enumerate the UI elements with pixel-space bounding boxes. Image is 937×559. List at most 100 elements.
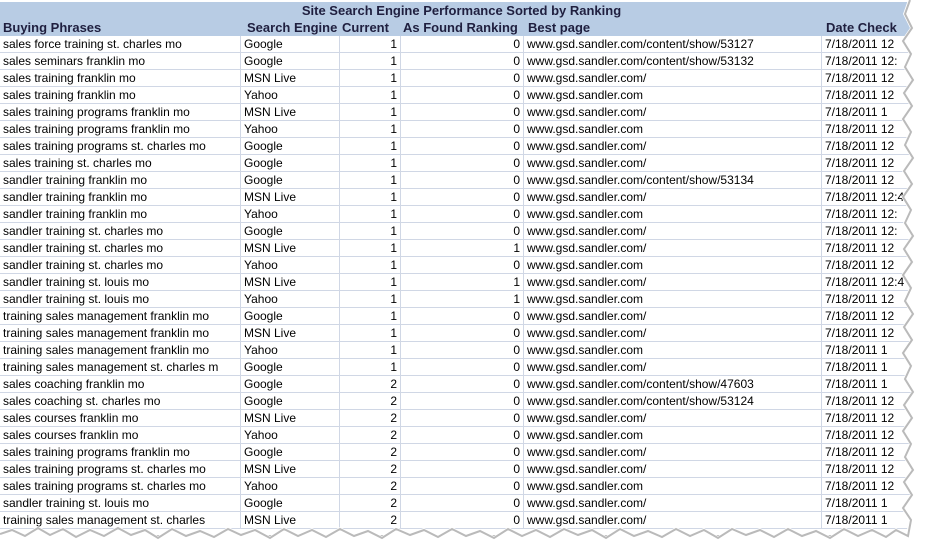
buying-phrase-cell[interactable]: training sales management franklin mo: [0, 308, 241, 324]
as-found-ranking-cell[interactable]: 1: [401, 291, 524, 307]
best-page-cell[interactable]: www.gsd.sandler.com/: [524, 444, 822, 460]
best-page-cell[interactable]: www.gsd.sandler.com/content/show/53134: [524, 172, 822, 188]
search-engine-cell[interactable]: Google: [241, 53, 340, 69]
as-found-ranking-cell[interactable]: 0: [401, 104, 524, 120]
date-check-cell[interactable]: 7/18/2011 1: [822, 104, 915, 120]
current-rank-cell[interactable]: 1: [340, 342, 401, 358]
search-engine-cell[interactable]: Google: [241, 155, 340, 171]
best-page-cell[interactable]: www.gsd.sandler.com/: [524, 274, 822, 290]
search-engine-cell[interactable]: Google: [241, 138, 340, 154]
date-check-cell[interactable]: 7/18/2011 12: [822, 155, 915, 171]
search-engine-cell[interactable]: Yahoo: [241, 121, 340, 137]
date-check-cell[interactable]: 7/18/2011 12: [822, 291, 915, 307]
best-page-cell[interactable]: www.gsd.sandler.com/content/show/53127: [524, 36, 822, 52]
best-page-cell[interactable]: www.gsd.sandler.com/: [524, 155, 822, 171]
buying-phrase-cell[interactable]: sales training programs franklin mo: [0, 121, 241, 137]
as-found-ranking-cell[interactable]: 0: [401, 121, 524, 137]
buying-phrase-cell[interactable]: sandler training st. charles mo: [0, 257, 241, 273]
as-found-ranking-cell[interactable]: 0: [401, 223, 524, 239]
current-rank-cell[interactable]: 2: [340, 444, 401, 460]
as-found-ranking-cell[interactable]: 0: [401, 172, 524, 188]
current-rank-cell[interactable]: 1: [340, 257, 401, 273]
as-found-ranking-cell[interactable]: 1: [401, 240, 524, 256]
search-engine-cell[interactable]: Google: [241, 223, 340, 239]
current-rank-cell[interactable]: 1: [340, 87, 401, 103]
buying-phrase-cell[interactable]: sales coaching franklin mo: [0, 376, 241, 392]
search-engine-cell[interactable]: Google: [241, 359, 340, 375]
current-rank-cell[interactable]: 1: [340, 291, 401, 307]
buying-phrase-cell[interactable]: sales training programs st. charles mo: [0, 138, 241, 154]
best-page-cell[interactable]: www.gsd.sandler.com/content/show/53132: [524, 53, 822, 69]
buying-phrase-cell[interactable]: sales training programs st. charles mo: [0, 461, 241, 477]
best-page-cell[interactable]: www.gsd.sandler.com/content/show/53124: [524, 393, 822, 409]
best-page-cell[interactable]: www.gsd.sandler.com/: [524, 359, 822, 375]
best-page-cell[interactable]: www.gsd.sandler.com/: [524, 70, 822, 86]
current-rank-cell[interactable]: 2: [340, 495, 401, 511]
buying-phrase-cell[interactable]: sales training programs franklin mo: [0, 444, 241, 460]
date-check-cell[interactable]: 7/18/2011 1: [822, 512, 915, 528]
buying-phrase-cell[interactable]: sales coaching st. charles mo: [0, 393, 241, 409]
search-engine-cell[interactable]: Yahoo: [241, 87, 340, 103]
buying-phrase-cell[interactable]: sales training programs franklin mo: [0, 104, 241, 120]
best-page-cell[interactable]: www.gsd.sandler.com/: [524, 104, 822, 120]
search-engine-cell[interactable]: Google: [241, 172, 340, 188]
as-found-ranking-cell[interactable]: 0: [401, 461, 524, 477]
as-found-ranking-cell[interactable]: 0: [401, 393, 524, 409]
as-found-ranking-cell[interactable]: 0: [401, 206, 524, 222]
buying-phrase-cell[interactable]: sandler training franklin mo: [0, 206, 241, 222]
best-page-cell[interactable]: www.gsd.sandler.com/: [524, 240, 822, 256]
date-check-cell[interactable]: 7/18/2011 12: [822, 257, 915, 273]
current-rank-cell[interactable]: 1: [340, 121, 401, 137]
current-rank-cell[interactable]: 2: [340, 461, 401, 477]
as-found-ranking-cell[interactable]: 0: [401, 478, 524, 494]
date-check-cell[interactable]: 7/18/2011 12: [822, 87, 915, 103]
as-found-ranking-cell[interactable]: 0: [401, 189, 524, 205]
as-found-ranking-cell[interactable]: 0: [401, 308, 524, 324]
as-found-ranking-cell[interactable]: 0: [401, 427, 524, 443]
current-rank-cell[interactable]: 2: [340, 410, 401, 426]
buying-phrase-cell[interactable]: sandler training st. charles mo: [0, 240, 241, 256]
best-page-cell[interactable]: www.gsd.sandler.com/: [524, 461, 822, 477]
date-check-cell[interactable]: 7/18/2011 1: [822, 342, 915, 358]
header-current[interactable]: Current: [342, 19, 400, 36]
as-found-ranking-cell[interactable]: 1: [401, 274, 524, 290]
search-engine-cell[interactable]: Yahoo: [241, 206, 340, 222]
date-check-cell[interactable]: 7/18/2011 12: [822, 410, 915, 426]
search-engine-cell[interactable]: MSN Live: [241, 325, 340, 341]
buying-phrase-cell[interactable]: sandler training st. louis mo: [0, 274, 241, 290]
current-rank-cell[interactable]: 2: [340, 393, 401, 409]
header-buying-phrases[interactable]: Buying Phrases: [3, 19, 241, 36]
date-check-cell[interactable]: 7/18/2011 1: [822, 359, 915, 375]
as-found-ranking-cell[interactable]: 0: [401, 70, 524, 86]
date-check-cell[interactable]: 7/18/2011 1: [822, 495, 915, 511]
search-engine-cell[interactable]: Yahoo: [241, 342, 340, 358]
best-page-cell[interactable]: www.gsd.sandler.com/: [524, 223, 822, 239]
date-check-cell[interactable]: 7/18/2011 12: [822, 461, 915, 477]
as-found-ranking-cell[interactable]: 0: [401, 359, 524, 375]
as-found-ranking-cell[interactable]: 0: [401, 342, 524, 358]
search-engine-cell[interactable]: MSN Live: [241, 189, 340, 205]
search-engine-cell[interactable]: Yahoo: [241, 427, 340, 443]
date-check-cell[interactable]: 7/18/2011 12: [822, 240, 915, 256]
search-engine-cell[interactable]: MSN Live: [241, 461, 340, 477]
search-engine-cell[interactable]: MSN Live: [241, 240, 340, 256]
date-check-cell[interactable]: 7/18/2011 12: [822, 172, 915, 188]
as-found-ranking-cell[interactable]: 0: [401, 87, 524, 103]
buying-phrase-cell[interactable]: sales courses franklin mo: [0, 427, 241, 443]
best-page-cell[interactable]: www.gsd.sandler.com/: [524, 495, 822, 511]
date-check-cell[interactable]: 7/18/2011 12: [822, 444, 915, 460]
header-search-engine[interactable]: Search Engine: [247, 19, 339, 36]
as-found-ranking-cell[interactable]: 0: [401, 138, 524, 154]
buying-phrase-cell[interactable]: sandler training franklin mo: [0, 189, 241, 205]
date-check-cell[interactable]: 7/18/2011 1: [822, 376, 915, 392]
as-found-ranking-cell[interactable]: 0: [401, 36, 524, 52]
best-page-cell[interactable]: www.gsd.sandler.com: [524, 257, 822, 273]
date-check-cell[interactable]: 7/18/2011 12: [822, 393, 915, 409]
as-found-ranking-cell[interactable]: 0: [401, 444, 524, 460]
date-check-cell[interactable]: 7/18/2011 12: [822, 36, 915, 52]
date-check-cell[interactable]: 7/18/2011 12:: [822, 223, 915, 239]
as-found-ranking-cell[interactable]: 0: [401, 325, 524, 341]
buying-phrase-cell[interactable]: training sales management st. charles m: [0, 359, 241, 375]
header-date-check[interactable]: Date Check: [826, 19, 915, 36]
as-found-ranking-cell[interactable]: 0: [401, 512, 524, 528]
